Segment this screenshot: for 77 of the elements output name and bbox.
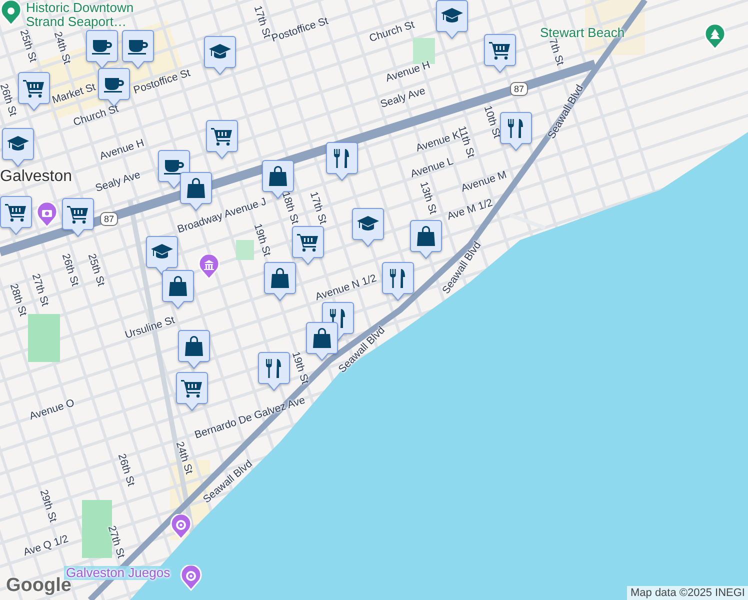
shopping-bag-icon	[271, 268, 289, 288]
street-label: 26th St	[60, 252, 80, 288]
street-label: Avenue N 1/2	[314, 273, 378, 303]
street-label: Sealy Ave	[379, 86, 427, 110]
street-label: Avenue H	[384, 60, 432, 84]
street-label: 17th St	[308, 190, 328, 226]
graduation-cap-icon	[357, 216, 379, 230]
street-label: Avenue O	[28, 398, 76, 422]
cup-icon	[104, 78, 124, 92]
shopping-cart-icon	[297, 234, 318, 252]
street-label: 26th St	[116, 452, 136, 488]
street-label: 26th St	[0, 82, 18, 118]
street-label: 19th St	[290, 350, 310, 386]
street-label: Avenue L	[409, 156, 455, 180]
street-label: 25th St	[18, 28, 38, 64]
place-label: Stewart Beach	[540, 26, 625, 40]
camera-pin-icon[interactable]	[36, 202, 58, 228]
street-label: Market St	[51, 82, 97, 106]
fork-knife-icon	[266, 359, 281, 378]
cup-icon	[164, 160, 184, 174]
place-label: Historic Downtown Strand Seaport…	[26, 1, 135, 30]
street-label: 25th St	[86, 252, 106, 288]
ride-pin-icon[interactable]	[180, 565, 202, 591]
street-label: 28th St	[8, 282, 28, 318]
street-label: Ave Q 1/2	[22, 534, 70, 558]
graduation-cap-icon	[209, 44, 231, 58]
route-shield: 87	[510, 82, 528, 96]
street-label: 27th St	[106, 524, 126, 560]
fork-knife-icon	[334, 149, 349, 168]
jetty-line	[509, 213, 546, 230]
street-label: 13th St	[418, 180, 438, 216]
street-label: 24th St	[52, 30, 72, 66]
shopping-bag-icon	[417, 226, 435, 246]
place-label: Galveston Juegos	[64, 566, 172, 580]
graduation-cap-icon	[7, 136, 29, 150]
landmark-pin-icon[interactable]	[0, 0, 22, 26]
shopping-bag-icon	[187, 178, 205, 198]
museum-pin-icon[interactable]	[198, 254, 220, 280]
fork-knife-icon	[508, 119, 523, 138]
shopping-bag-icon	[169, 276, 187, 296]
shopping-cart-icon	[5, 204, 26, 222]
shopping-cart-icon	[211, 128, 232, 146]
map-attribution: Map data ©2025 INEGI	[627, 586, 748, 600]
fork-knife-icon	[390, 269, 405, 288]
shopping-cart-icon	[67, 206, 88, 224]
ride-pin-icon[interactable]	[170, 514, 192, 540]
street-label: Sealy Ave	[94, 170, 142, 194]
park-area	[28, 314, 60, 362]
park-area	[236, 240, 254, 260]
street-label: Ave M 1/2	[446, 198, 494, 222]
shopping-cart-icon	[23, 80, 44, 98]
street-label: Avenue H	[98, 138, 146, 162]
graduation-cap-icon	[441, 8, 463, 22]
street-label: 29th St	[38, 488, 58, 524]
street-label: Avenue M	[460, 170, 508, 194]
cup-icon	[128, 40, 148, 54]
shopping-bag-icon	[313, 328, 331, 348]
place-label: Galveston	[0, 168, 72, 186]
street-label: Church St	[72, 104, 120, 128]
shopping-cart-icon	[489, 42, 510, 60]
street-label: Church St	[368, 20, 416, 44]
street-label: 10th St	[482, 104, 502, 140]
graduation-cap-icon	[151, 244, 173, 258]
tree-pin-icon[interactable]	[704, 24, 726, 50]
street-label: 24th St	[174, 440, 194, 476]
street-label: 7th St	[546, 37, 566, 67]
shopping-bag-icon	[185, 336, 203, 356]
street-label: 17th St	[252, 4, 272, 40]
street-label: 27th St	[30, 272, 50, 308]
cup-icon	[92, 40, 112, 54]
fork-knife-icon	[330, 309, 345, 328]
street-label: Ursuline St	[124, 315, 176, 341]
shopping-bag-icon	[269, 166, 287, 186]
route-shield: 87	[100, 212, 118, 226]
street-label: 19th St	[252, 222, 272, 258]
shopping-cart-icon	[181, 380, 202, 398]
street-label: 18th St	[280, 190, 300, 226]
